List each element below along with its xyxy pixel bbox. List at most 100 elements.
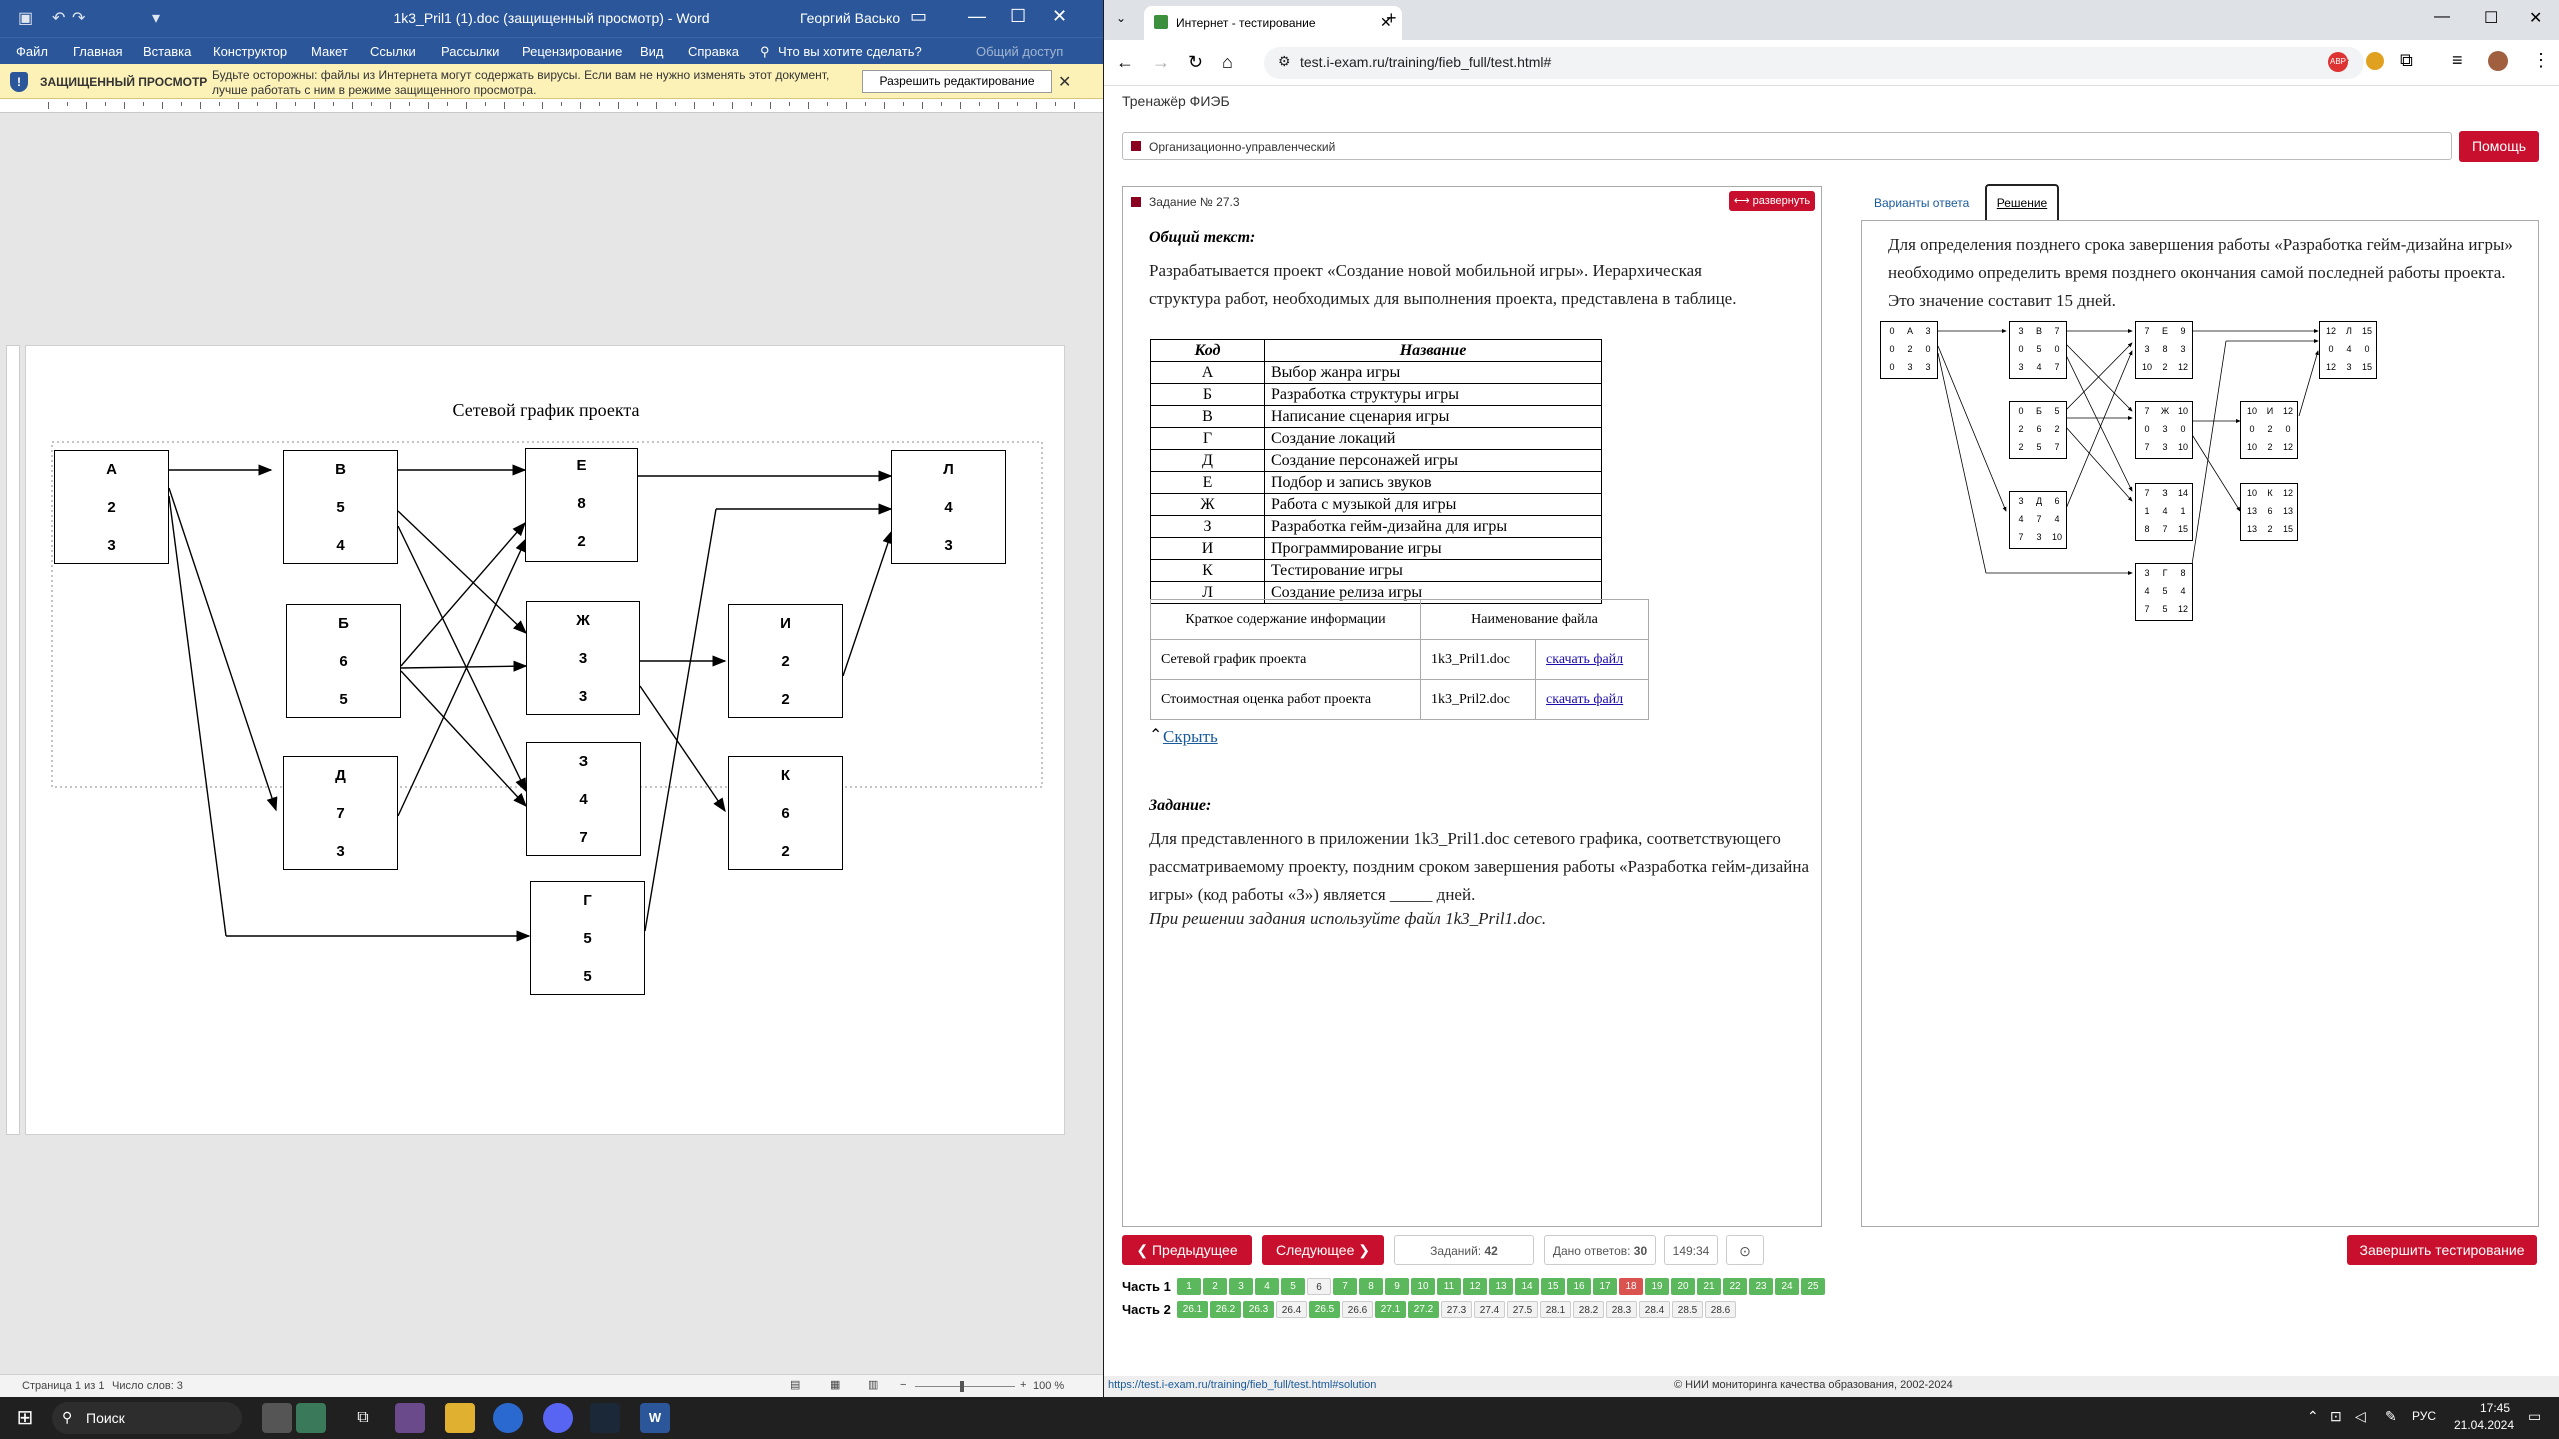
extension-icon[interactable]: [2366, 52, 2384, 70]
horizontal-ruler[interactable]: [0, 99, 1103, 113]
clock-time[interactable]: 17:45: [2460, 1401, 2530, 1415]
question-cell[interactable]: 28.2: [1573, 1301, 1604, 1318]
question-cell[interactable]: 6: [1307, 1278, 1331, 1295]
tray-chevron-icon[interactable]: ⌃: [2307, 1408, 2319, 1425]
avatar[interactable]: [2488, 51, 2508, 71]
ribbon-options-icon[interactable]: ▭: [910, 6, 927, 27]
pen-icon[interactable]: ✎: [2385, 1408, 2397, 1425]
tab-search-icon[interactable]: ⌄: [1116, 11, 1126, 25]
zoom-slider[interactable]: [915, 1386, 1015, 1387]
tab-layout[interactable]: Макет: [311, 44, 348, 59]
next-button[interactable]: Следующее ❯: [1262, 1235, 1384, 1265]
tab-design[interactable]: Конструктор: [213, 44, 287, 59]
tell-me-icon[interactable]: ⚲: [760, 44, 770, 60]
download-link[interactable]: скачать файл: [1546, 692, 1623, 707]
question-cell[interactable]: 1: [1177, 1278, 1201, 1295]
question-cell[interactable]: 26.4: [1276, 1301, 1307, 1318]
question-cell[interactable]: 28.5: [1672, 1301, 1703, 1318]
question-cell[interactable]: 17: [1593, 1278, 1617, 1295]
question-cell[interactable]: 9: [1385, 1278, 1409, 1295]
question-cell[interactable]: 28.3: [1606, 1301, 1637, 1318]
forward-icon[interactable]: →: [1152, 52, 1170, 73]
zoom-in-icon[interactable]: +: [1020, 1379, 1026, 1391]
maximize-icon[interactable]: ☐: [2484, 8, 2498, 28]
question-cell[interactable]: 14: [1515, 1278, 1539, 1295]
zoom-level[interactable]: 100 %: [1033, 1380, 1064, 1392]
network-icon[interactable]: ⊡: [2330, 1408, 2342, 1425]
clock-icon[interactable]: ⊙: [1726, 1235, 1764, 1265]
question-cell[interactable]: 3: [1229, 1278, 1253, 1295]
question-cell[interactable]: 16: [1567, 1278, 1591, 1295]
tab-references[interactable]: Ссылки: [370, 44, 416, 59]
notifications-icon[interactable]: ▭: [2528, 1408, 2541, 1425]
vertical-ruler[interactable]: [6, 345, 20, 1135]
question-cell[interactable]: 22: [1723, 1278, 1747, 1295]
question-cell[interactable]: 27.2: [1408, 1301, 1439, 1318]
home-icon[interactable]: ⌂: [1222, 52, 1233, 73]
question-cell[interactable]: 23: [1749, 1278, 1773, 1295]
volume-icon[interactable]: ◁: [2355, 1408, 2366, 1425]
question-cell[interactable]: 28.4: [1639, 1301, 1670, 1318]
browser-tab[interactable]: Интернет - тестирование ✕: [1144, 6, 1402, 40]
question-cell[interactable]: 12: [1463, 1278, 1487, 1295]
zoom-thumb[interactable]: [960, 1381, 964, 1392]
maximize-icon[interactable]: ☐: [1010, 6, 1026, 27]
question-cell[interactable]: 28.1: [1540, 1301, 1571, 1318]
hide-link[interactable]: Скрыть: [1163, 727, 1218, 747]
address-bar[interactable]: ⚙ test.i-exam.ru/training/fieb_full/test…: [1264, 47, 2364, 79]
tab-home[interactable]: Главная: [73, 44, 122, 59]
question-cell[interactable]: 28.6: [1705, 1301, 1736, 1318]
url-text[interactable]: test.i-exam.ru/training/fieb_full/test.h…: [1300, 54, 1551, 70]
new-tab-icon[interactable]: +: [1386, 8, 1397, 29]
zoom-out-icon[interactable]: −: [900, 1379, 906, 1391]
tab-insert[interactable]: Вставка: [143, 44, 191, 59]
close-icon[interactable]: ✕: [1052, 6, 1067, 27]
close-bar-icon[interactable]: ✕: [1058, 72, 1071, 92]
tab-answer-variants[interactable]: Варианты ответа: [1874, 196, 1969, 210]
question-cell[interactable]: 26.3: [1243, 1301, 1274, 1318]
enable-editing-button[interactable]: Разрешить редактирование: [862, 70, 1052, 93]
site-info-icon[interactable]: ⚙: [1278, 53, 1291, 70]
question-cell[interactable]: 26.5: [1309, 1301, 1340, 1318]
tab-review[interactable]: Рецензирование: [522, 44, 622, 59]
question-cell[interactable]: 20: [1671, 1278, 1695, 1295]
adblock-icon[interactable]: ABP: [2328, 52, 2348, 72]
question-cell[interactable]: 5: [1281, 1278, 1305, 1295]
web-layout-icon[interactable]: ▥: [868, 1378, 878, 1391]
question-cell[interactable]: 27.5: [1507, 1301, 1538, 1318]
share-button[interactable]: Общий доступ: [976, 44, 1063, 59]
extensions-icon[interactable]: ⧉: [2400, 50, 2413, 71]
menu-icon[interactable]: ⋮: [2532, 50, 2550, 71]
question-cell[interactable]: 26.1: [1177, 1301, 1208, 1318]
tab-file[interactable]: Файл: [16, 44, 48, 59]
question-cell[interactable]: 10: [1411, 1278, 1435, 1295]
windows-start-icon[interactable]: ⊞: [10, 1403, 40, 1433]
section-select[interactable]: Организационно-управленческий: [1122, 132, 2452, 160]
language[interactable]: РУС: [2412, 1409, 2436, 1423]
expand-button[interactable]: ⟷ развернуть: [1729, 191, 1815, 211]
question-cell[interactable]: 11: [1437, 1278, 1461, 1295]
steam-icon[interactable]: [590, 1403, 620, 1433]
print-layout-icon[interactable]: ▦: [830, 1378, 840, 1391]
tab-mailings[interactable]: Рассылки: [441, 44, 499, 59]
chrome-icon[interactable]: [493, 1403, 523, 1433]
question-cell[interactable]: 25: [1801, 1278, 1825, 1295]
discord-icon[interactable]: [543, 1403, 573, 1433]
question-cell[interactable]: 24: [1775, 1278, 1799, 1295]
question-cell[interactable]: 18: [1619, 1278, 1643, 1295]
question-cell[interactable]: 27.4: [1474, 1301, 1505, 1318]
chevron-up-icon[interactable]: ⌃: [1149, 725, 1162, 745]
question-cell[interactable]: 21: [1697, 1278, 1721, 1295]
app-icon[interactable]: [395, 1403, 425, 1433]
question-cell[interactable]: 19: [1645, 1278, 1669, 1295]
prev-button[interactable]: ❮ Предыдущее: [1122, 1235, 1252, 1265]
task-view-icon[interactable]: ⧉: [348, 1403, 378, 1433]
tab-help[interactable]: Справка: [688, 44, 739, 59]
question-cell[interactable]: 2: [1203, 1278, 1227, 1295]
question-cell[interactable]: 26.2: [1210, 1301, 1241, 1318]
search-box[interactable]: ⚲ Поиск: [52, 1402, 242, 1434]
word-icon[interactable]: W: [640, 1403, 670, 1433]
help-button[interactable]: Помощь: [2459, 131, 2539, 162]
media-icon[interactable]: ≡: [2452, 50, 2463, 71]
read-mode-icon[interactable]: ▤: [790, 1378, 800, 1391]
